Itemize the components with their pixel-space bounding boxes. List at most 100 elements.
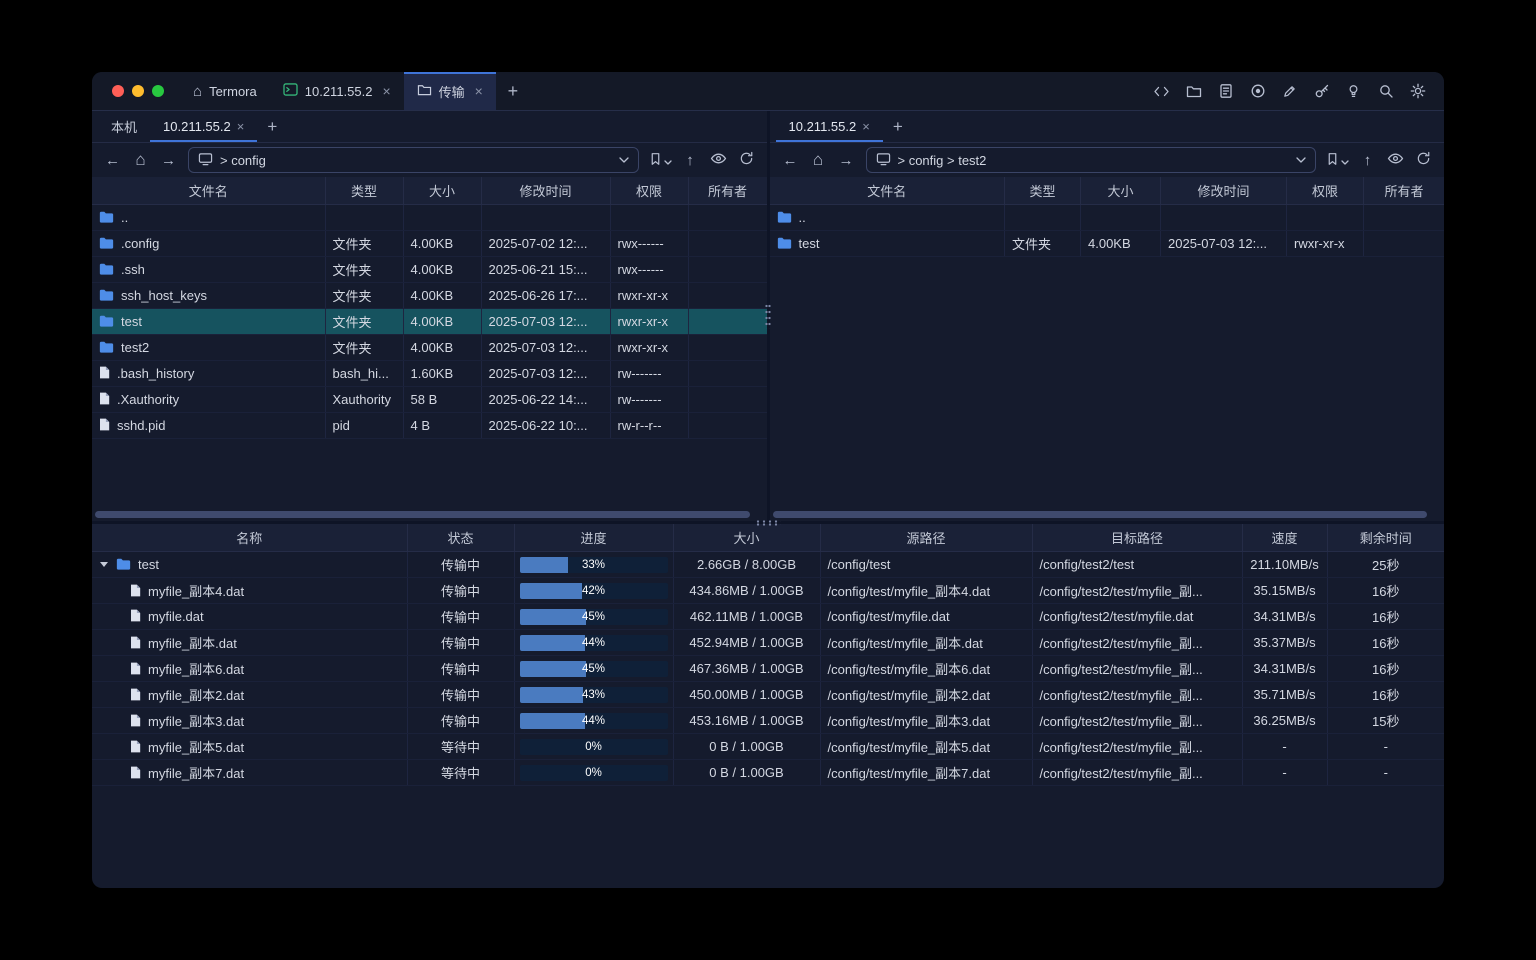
- scrollbar-thumb[interactable]: [95, 511, 750, 518]
- col-filename[interactable]: 文件名: [770, 177, 1005, 205]
- collapse-icon[interactable]: [100, 562, 108, 567]
- file-row[interactable]: ssh_host_keys文件夹4.00KB2025-06-26 17:...r…: [92, 283, 767, 309]
- transfer-row[interactable]: myfile_副本7.dat等待中0%0 B / 1.00GB/config/t…: [92, 760, 1444, 786]
- upload-button[interactable]: ↑: [678, 148, 703, 173]
- file-row[interactable]: .bash_historybash_hi...1.60KB2025-07-03 …: [92, 361, 767, 387]
- file-row[interactable]: .config文件夹4.00KB2025-07-02 12:...rwx----…: [92, 231, 767, 257]
- file-row[interactable]: ..: [770, 205, 1445, 231]
- key-icon[interactable]: [1309, 79, 1334, 104]
- transfer-divider[interactable]: [92, 521, 1444, 524]
- new-panel-tab-button[interactable]: +: [883, 111, 913, 142]
- record-icon[interactable]: [1245, 79, 1270, 104]
- bulb-icon[interactable]: [1341, 79, 1366, 104]
- col-size[interactable]: 大小: [673, 524, 820, 552]
- home-button[interactable]: ⌂: [806, 148, 831, 173]
- col-type[interactable]: 类型: [325, 177, 403, 205]
- back-button[interactable]: ←: [778, 148, 803, 173]
- refresh-button[interactable]: [734, 148, 759, 173]
- col-filename[interactable]: 文件名: [92, 177, 325, 205]
- tab-host-session[interactable]: 10.211.55.2 ×: [270, 72, 404, 110]
- col-permissions[interactable]: 权限: [1287, 177, 1364, 205]
- file-row[interactable]: test文件夹4.00KB2025-07-03 12:...rwxr-xr-x: [770, 231, 1445, 257]
- scrollbar-thumb[interactable]: [773, 511, 1428, 518]
- tab-transfer[interactable]: 传输 ×: [404, 72, 496, 110]
- cell-remaining: 16秒: [1327, 604, 1444, 630]
- edit-icon[interactable]: [1277, 79, 1302, 104]
- upload-button[interactable]: ↑: [1355, 148, 1380, 173]
- code-icon[interactable]: [1149, 79, 1174, 104]
- transfer-row[interactable]: myfile.dat传输中45%462.11MB / 1.00GB/config…: [92, 604, 1444, 630]
- search-icon[interactable]: [1373, 79, 1398, 104]
- col-progress[interactable]: 进度: [514, 524, 673, 552]
- bookmark-button[interactable]: [646, 148, 675, 173]
- cell-size: 4.00KB: [403, 283, 481, 309]
- show-hidden-button[interactable]: [1383, 148, 1408, 173]
- col-mtime[interactable]: 修改时间: [481, 177, 610, 205]
- refresh-button[interactable]: [1411, 148, 1436, 173]
- tab-termora[interactable]: ⌂ Termora: [180, 72, 270, 110]
- col-type[interactable]: 类型: [1005, 177, 1081, 205]
- col-status[interactable]: 状态: [407, 524, 514, 552]
- minimize-window-button[interactable]: [132, 85, 144, 97]
- log-icon[interactable]: [1213, 79, 1238, 104]
- col-owner[interactable]: 所有者: [688, 177, 767, 205]
- col-permissions[interactable]: 权限: [610, 177, 688, 205]
- chevron-down-icon[interactable]: [1296, 157, 1306, 163]
- cell-permissions: rwx------: [610, 231, 688, 257]
- show-hidden-button[interactable]: [706, 148, 731, 173]
- close-icon[interactable]: ×: [862, 120, 870, 133]
- settings-icon[interactable]: [1405, 79, 1430, 104]
- close-icon[interactable]: ×: [237, 120, 245, 133]
- tab-remote[interactable]: 10.211.55.2 ×: [150, 111, 257, 142]
- file-row[interactable]: test文件夹4.00KB2025-07-03 12:...rwxr-xr-x: [92, 309, 767, 335]
- transfer-row[interactable]: myfile_副本6.dat传输中45%467.36MB / 1.00GB/co…: [92, 656, 1444, 682]
- cell-remaining: -: [1327, 760, 1444, 786]
- col-mtime[interactable]: 修改时间: [1161, 177, 1287, 205]
- horizontal-scrollbar[interactable]: [773, 511, 1435, 518]
- folder-icon[interactable]: [1181, 79, 1206, 104]
- home-button[interactable]: ⌂: [128, 148, 153, 173]
- file-row[interactable]: .XauthorityXauthority58 B2025-06-22 14:.…: [92, 387, 767, 413]
- file-row[interactable]: sshd.pidpid4 B2025-06-22 10:...rw-r--r--: [92, 413, 767, 439]
- home-icon: ⌂: [813, 150, 823, 170]
- col-speed[interactable]: 速度: [1242, 524, 1327, 552]
- back-button[interactable]: ←: [100, 148, 125, 173]
- col-size[interactable]: 大小: [403, 177, 481, 205]
- tab-remote[interactable]: 10.211.55.2 ×: [776, 111, 883, 142]
- new-panel-tab-button[interactable]: +: [257, 111, 287, 142]
- cell-mtime: 2025-07-03 12:...: [1161, 231, 1287, 257]
- col-target-path[interactable]: 目标路径: [1032, 524, 1242, 552]
- forward-button[interactable]: →: [834, 148, 859, 173]
- transfer-row[interactable]: myfile_副本4.dat传输中42%434.86MB / 1.00GB/co…: [92, 578, 1444, 604]
- zoom-window-button[interactable]: [152, 85, 164, 97]
- transfer-row[interactable]: myfile_副本5.dat等待中0%0 B / 1.00GB/config/t…: [92, 734, 1444, 760]
- cell-type: 文件夹: [325, 283, 403, 309]
- cell-source-path: /config/test/myfile_副本5.dat: [820, 734, 1032, 760]
- path-breadcrumb[interactable]: > config > test2: [866, 147, 1317, 173]
- cell-filename: .ssh: [92, 257, 325, 283]
- col-owner[interactable]: 所有者: [1364, 177, 1445, 205]
- forward-button[interactable]: →: [156, 148, 181, 173]
- close-icon[interactable]: ×: [475, 84, 483, 98]
- close-icon[interactable]: ×: [382, 84, 390, 98]
- new-tab-button[interactable]: +: [496, 72, 530, 110]
- bookmark-button[interactable]: [1323, 148, 1352, 173]
- col-size[interactable]: 大小: [1081, 177, 1161, 205]
- transfer-row[interactable]: myfile_副本.dat传输中44%452.94MB / 1.00GB/con…: [92, 630, 1444, 656]
- transfer-row[interactable]: myfile_副本2.dat传输中43%450.00MB / 1.00GB/co…: [92, 682, 1444, 708]
- col-name[interactable]: 名称: [92, 524, 407, 552]
- file-row[interactable]: test2文件夹4.00KB2025-07-03 12:...rwxr-xr-x: [92, 335, 767, 361]
- transfer-row[interactable]: myfile_副本3.dat传输中44%453.16MB / 1.00GB/co…: [92, 708, 1444, 734]
- col-source-path[interactable]: 源路径: [820, 524, 1032, 552]
- cell-target-path: /config/test2/test/myfile_副...: [1032, 630, 1242, 656]
- file-row[interactable]: ..: [92, 205, 767, 231]
- col-remaining[interactable]: 剩余时间: [1327, 524, 1444, 552]
- tab-local[interactable]: 本机: [98, 111, 150, 142]
- file-row[interactable]: .ssh文件夹4.00KB2025-06-21 15:...rwx------: [92, 257, 767, 283]
- path-breadcrumb[interactable]: > config: [188, 147, 639, 173]
- transfer-row[interactable]: test传输中33%2.66GB / 8.00GB/config/test/co…: [92, 552, 1444, 578]
- close-window-button[interactable]: [112, 85, 124, 97]
- horizontal-scrollbar[interactable]: [95, 511, 757, 518]
- bookmark-icon: [649, 152, 662, 169]
- chevron-down-icon[interactable]: [619, 157, 629, 163]
